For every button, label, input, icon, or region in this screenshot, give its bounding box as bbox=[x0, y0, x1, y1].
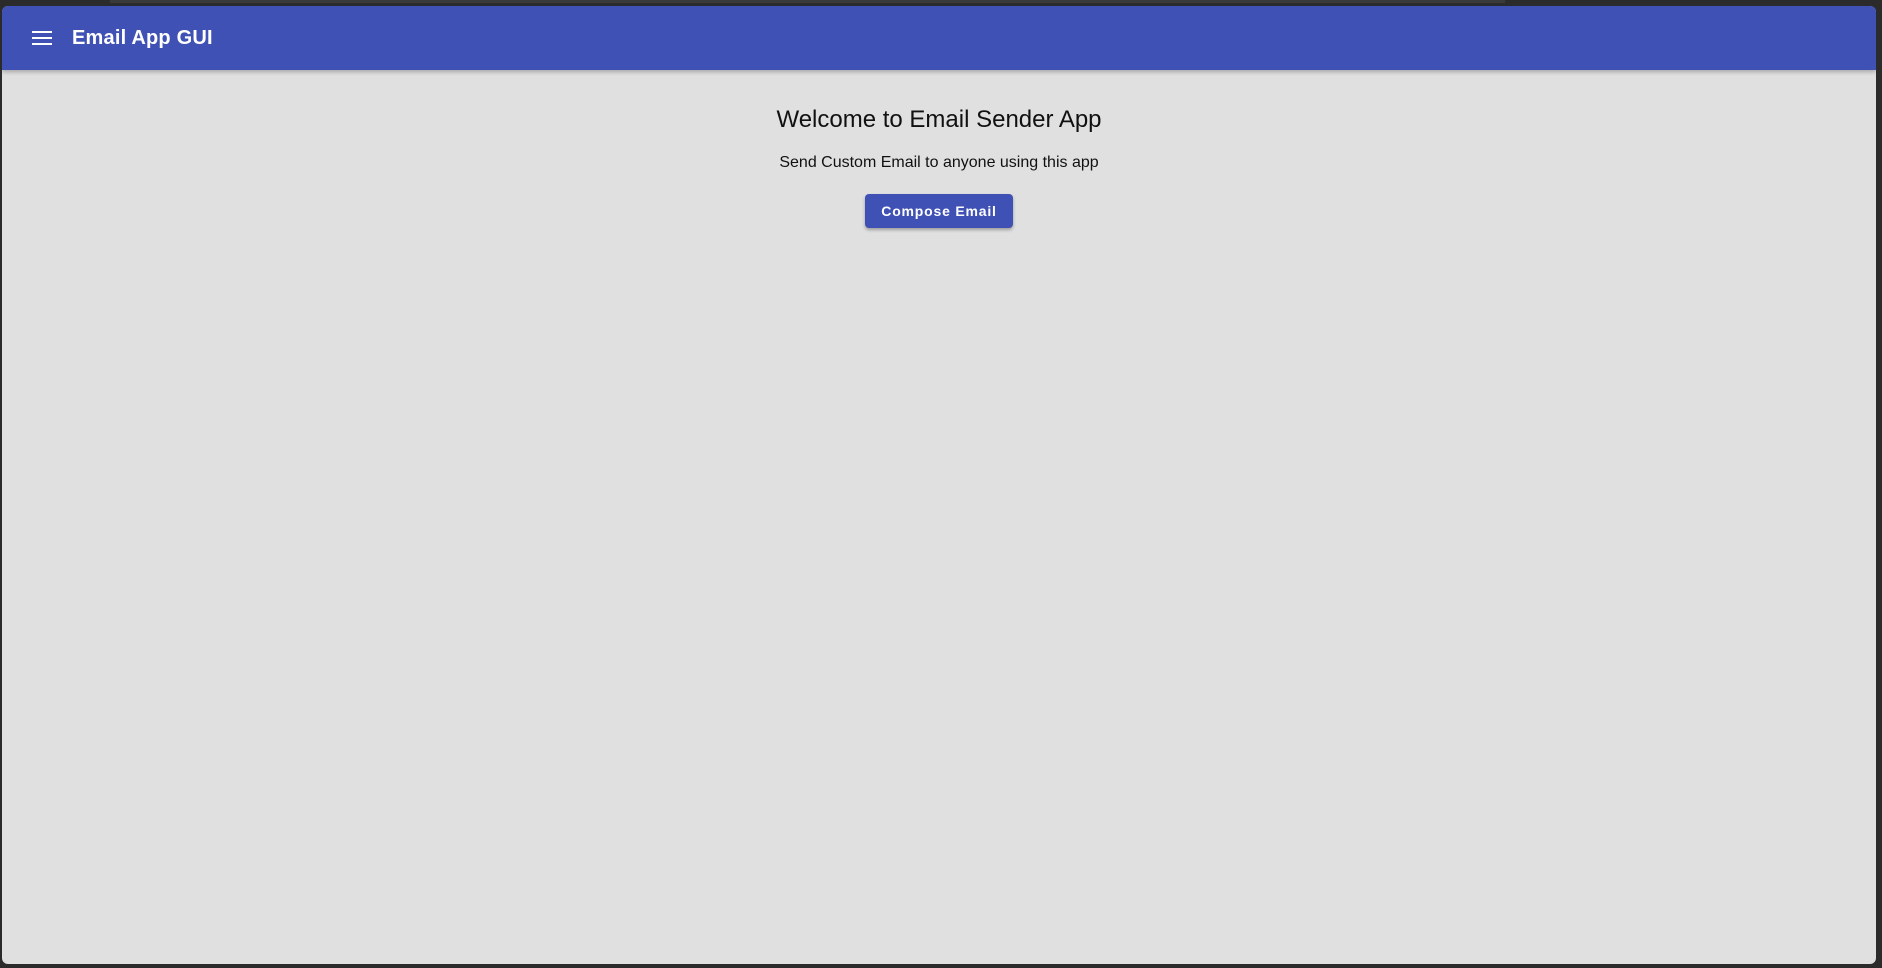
welcome-subtitle: Send Custom Email to anyone using this a… bbox=[779, 154, 1099, 171]
main-content: Welcome to Email Sender App Send Custom … bbox=[2, 70, 1876, 228]
menu-line bbox=[32, 37, 52, 39]
welcome-heading: Welcome to Email Sender App bbox=[776, 106, 1102, 133]
app-title: Email App GUI bbox=[72, 26, 213, 49]
menu-line bbox=[32, 43, 52, 45]
window-top-edge bbox=[110, 0, 1505, 3]
app-bar: Email App GUI bbox=[2, 6, 1876, 70]
menu-line bbox=[32, 31, 52, 33]
hamburger-menu-icon[interactable] bbox=[30, 26, 54, 50]
compose-email-button[interactable]: Compose Email bbox=[865, 194, 1013, 228]
app-window: Email App GUI Welcome to Email Sender Ap… bbox=[2, 6, 1876, 964]
